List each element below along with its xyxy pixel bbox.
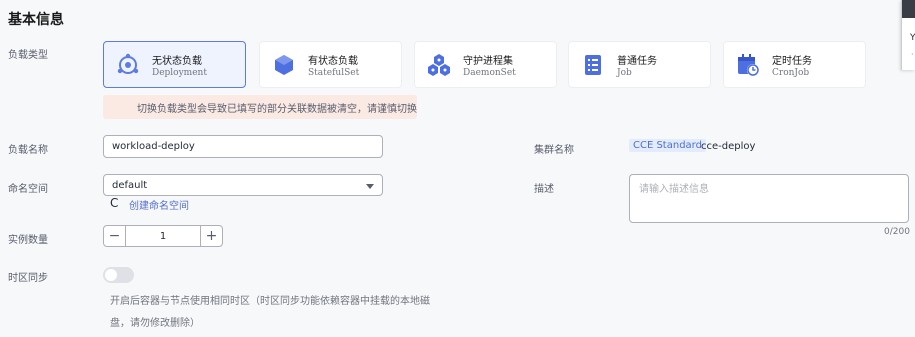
warning-banner: 切换负载类型会导致已填写的部分关联数据被清空，请谨慎切换 (103, 95, 417, 119)
deployment-icon (117, 53, 139, 74)
timezone-hint-line2: 盘，请勿修改删除） (110, 318, 200, 329)
chevron-down-icon (366, 184, 374, 189)
tooltip-popover: Y · (901, 0, 915, 70)
toggle-knob (105, 269, 117, 281)
create-namespace-link[interactable]: 创建命名空间 (129, 197, 189, 212)
cluster-name: cce-deploy (701, 141, 756, 152)
card-cronjob[interactable]: 定时任务 CronJob (723, 41, 866, 88)
instances-stepper: − 1 + (103, 225, 223, 247)
description-label: 描述 (534, 184, 554, 195)
tooltip-text: Y (910, 33, 915, 43)
statefulset-icon (275, 55, 293, 75)
cluster-type-badge: CCE Standard (629, 139, 706, 152)
daemonset-icon (428, 54, 450, 76)
tooltip-header (902, 0, 915, 18)
description-counter: 0/200 (884, 227, 910, 237)
card-subtitle: Job (617, 68, 632, 78)
card-title: 普通任务 (617, 56, 657, 67)
workload-type-label: 负载类型 (8, 50, 48, 61)
timezone-hint-line1: 开启后容器与节点使用相同时区（时区同步功能依赖容器中挂载的本地磁 (110, 296, 430, 307)
description-textarea[interactable]: 请输入描述信息 (629, 174, 909, 223)
card-title: 有状态负载 (308, 56, 358, 67)
namespace-value: default (112, 179, 148, 191)
card-deployment[interactable]: 无状态负载 Deployment (103, 41, 246, 88)
increment-button[interactable]: + (200, 226, 222, 246)
card-subtitle: DaemonSet (463, 68, 516, 78)
card-job[interactable]: 普通任务 Job (568, 41, 711, 88)
job-icon (585, 55, 601, 75)
instances-label: 实例数量 (8, 235, 48, 246)
workload-name-value: workload-deploy (112, 141, 195, 152)
workload-name-label: 负载名称 (8, 145, 48, 156)
card-subtitle: CronJob (772, 68, 810, 78)
instances-value[interactable]: 1 (126, 226, 200, 246)
card-subtitle: Deployment (152, 68, 207, 78)
tooltip-subtext: · (911, 50, 914, 59)
namespace-label: 命名空间 (8, 184, 48, 195)
namespace-select[interactable]: default (103, 174, 383, 196)
description-placeholder: 请输入描述信息 (639, 184, 709, 195)
section-title: 基本信息 (8, 12, 64, 28)
timezone-sync-label: 时区同步 (8, 273, 48, 284)
card-subtitle: StatefulSet (308, 68, 360, 78)
refresh-icon[interactable]: C (110, 196, 118, 210)
card-title: 无状态负载 (152, 56, 202, 67)
workload-name-input[interactable]: workload-deploy (103, 135, 383, 158)
card-title: 守护进程集 (463, 56, 513, 67)
cluster-label: 集群名称 (534, 145, 574, 156)
card-statefulset[interactable]: 有状态负载 StatefulSet (259, 41, 402, 88)
decrement-button[interactable]: − (104, 226, 126, 246)
cronjob-icon (738, 54, 759, 76)
card-daemonset[interactable]: 守护进程集 DaemonSet (414, 41, 557, 88)
warning-text: 切换负载类型会导致已填写的部分关联数据被清空，请谨慎切换 (137, 103, 417, 115)
timezone-sync-toggle[interactable] (103, 267, 134, 283)
card-title: 定时任务 (772, 56, 812, 67)
